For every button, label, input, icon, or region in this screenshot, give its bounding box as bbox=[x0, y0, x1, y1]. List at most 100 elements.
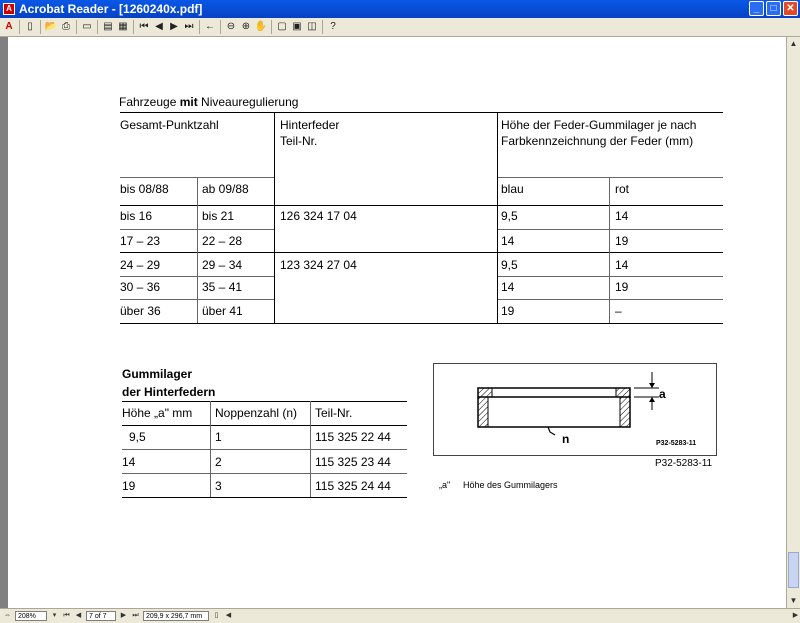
cell-part: 115 325 23 44 bbox=[315, 455, 391, 469]
print-icon[interactable]: ⎙ bbox=[59, 20, 73, 34]
mount-left-wall bbox=[477, 396, 489, 428]
help-icon[interactable]: ? bbox=[326, 20, 340, 34]
cell-points-until: 24 – 29 bbox=[120, 258, 161, 272]
toolbar-separator bbox=[199, 20, 200, 34]
col-header-height-line2: Farbkennzeichnung der Feder (mm) bbox=[501, 134, 694, 148]
fit-page-icon[interactable]: ▣ bbox=[290, 20, 304, 34]
show-bookmarks-icon[interactable]: ▯ bbox=[23, 20, 37, 34]
cell-knobs: 2 bbox=[215, 455, 222, 469]
figure-caption-code: P32-5283-11 bbox=[655, 458, 713, 469]
table2-col-knobs: Noppenzahl (n) bbox=[215, 406, 298, 420]
cell-red: – bbox=[615, 304, 622, 318]
scroll-down-icon[interactable]: ▼ bbox=[787, 594, 800, 608]
first-page-icon[interactable]: ⏮ bbox=[137, 20, 151, 34]
cell-red: 19 bbox=[615, 234, 629, 248]
cell-knobs: 3 bbox=[215, 479, 222, 493]
maximize-button[interactable]: □ bbox=[766, 1, 781, 16]
scroll-left-icon[interactable]: ◀ bbox=[224, 611, 233, 621]
zoom-in-icon[interactable]: ⊕ bbox=[239, 20, 253, 34]
scroll-thumb[interactable] bbox=[788, 552, 799, 588]
navigation-pane-icon[interactable]: ⇔ bbox=[3, 611, 12, 621]
open-file-icon[interactable]: 📂 bbox=[44, 20, 58, 34]
minimize-button[interactable]: _ bbox=[749, 1, 764, 16]
bookmarks-page-icon[interactable]: ▤ bbox=[101, 20, 115, 34]
cell-part: 115 325 22 44 bbox=[315, 430, 391, 444]
page-number-field[interactable]: 7 of 7 bbox=[86, 611, 116, 621]
table1-top-rule bbox=[120, 112, 723, 113]
scroll-up-icon[interactable]: ▲ bbox=[787, 37, 800, 51]
figure-inner-code: P32-5283-11 bbox=[656, 440, 697, 447]
cell-points-from: 35 – 41 bbox=[202, 280, 243, 294]
layout-icon[interactable]: ▯ bbox=[212, 611, 221, 621]
toolbar-separator bbox=[220, 20, 221, 34]
table1-col-divider bbox=[274, 112, 275, 323]
cell-blue: 9,5 bbox=[501, 258, 518, 272]
cell-points-from: bis 21 bbox=[202, 209, 235, 223]
previous-page-status-icon[interactable]: ◀ bbox=[74, 611, 83, 621]
table2-heading-line1: Gummilager bbox=[122, 367, 193, 381]
next-page-status-icon[interactable]: ▶ bbox=[119, 611, 128, 621]
acrobat-app-icon[interactable]: A bbox=[3, 3, 15, 15]
cell-points-until: über 36 bbox=[120, 304, 161, 318]
mount-left-hatch bbox=[477, 387, 493, 398]
cell-height: 19 bbox=[122, 479, 136, 493]
heading-suffix: Niveauregulierung bbox=[197, 95, 299, 109]
scroll-right-icon[interactable]: ▶ bbox=[791, 611, 800, 621]
first-page-status-icon[interactable]: ⏮ bbox=[62, 611, 71, 621]
go-back-icon[interactable]: ← bbox=[203, 20, 217, 34]
col-header-spring-line1: Hinterfeder bbox=[280, 118, 340, 132]
cell-red: 14 bbox=[615, 258, 629, 272]
table2-bottom-rule bbox=[122, 497, 407, 498]
cell-points-until: 17 – 23 bbox=[120, 234, 161, 248]
acrobat-logo-icon: A bbox=[5, 21, 13, 32]
toolbar-separator bbox=[97, 20, 98, 34]
cell-height: 14 bbox=[122, 455, 136, 469]
table2-row-rule bbox=[122, 449, 407, 450]
cell-blue: 14 bbox=[501, 280, 515, 294]
cell-part: 115 325 24 44 bbox=[315, 479, 391, 493]
table1-header-bottom-rule bbox=[120, 205, 723, 206]
last-page-status-icon[interactable]: ⏭ bbox=[131, 611, 140, 621]
cell-points-until: bis 16 bbox=[120, 209, 153, 223]
table1-row-rule bbox=[497, 299, 723, 300]
horizontal-scrollbar[interactable] bbox=[236, 611, 788, 621]
mount-right-wall bbox=[619, 396, 631, 428]
figure-legend-key: „a" bbox=[439, 480, 451, 490]
zoom-field[interactable]: 208% bbox=[15, 611, 47, 621]
actual-size-icon[interactable]: ▢ bbox=[275, 20, 289, 34]
table1-row-rule bbox=[497, 276, 723, 277]
cell-points-from: 29 – 34 bbox=[202, 258, 243, 272]
previous-page-icon[interactable]: ◀ bbox=[152, 20, 166, 34]
vertical-scrollbar[interactable]: ▲ ▼ bbox=[786, 37, 800, 608]
zoom-dropdown-chevron-icon[interactable]: ▾ bbox=[50, 611, 59, 621]
toolbar-separator bbox=[322, 20, 323, 34]
page-size-display: 209,9 x 296,7 mm bbox=[143, 611, 209, 621]
page-only-icon[interactable]: ▭ bbox=[80, 20, 94, 34]
figure-label-n: n bbox=[562, 432, 570, 446]
last-page-icon[interactable]: ⏭ bbox=[182, 20, 196, 34]
table1-subheader-rule-right bbox=[497, 177, 723, 178]
zoom-out-icon[interactable]: ⊖ bbox=[224, 20, 238, 34]
next-page-icon[interactable]: ▶ bbox=[167, 20, 181, 34]
hand-tool-icon[interactable]: ✋ bbox=[254, 20, 268, 34]
subheader-until: bis 08/88 bbox=[120, 182, 169, 196]
table2-col-part: Teil-Nr. bbox=[315, 406, 353, 420]
table1-col-divider bbox=[497, 112, 498, 323]
thumbnails-page-icon[interactable]: ▦ bbox=[116, 20, 130, 34]
close-button[interactable]: ✕ bbox=[783, 1, 798, 16]
mount-top-lip bbox=[477, 387, 631, 398]
cell-red: 14 bbox=[615, 209, 629, 223]
knob-leader-line bbox=[547, 426, 556, 436]
table1-col-divider bbox=[197, 177, 198, 323]
mount-body-outline bbox=[477, 397, 631, 428]
subheader-red: rot bbox=[615, 182, 630, 196]
table2-heading-line2: der Hinterfedern bbox=[122, 385, 216, 399]
fit-width-icon[interactable]: ◫ bbox=[305, 20, 319, 34]
col-header-spring-line2: Teil-Nr. bbox=[280, 134, 318, 148]
figure-legend-text: Höhe des Gummilagers bbox=[463, 480, 558, 490]
table1-heading: Fahrzeuge mit Niveauregulierung bbox=[119, 95, 298, 109]
subheader-blue: blau bbox=[501, 182, 524, 196]
mount-right-hatch bbox=[615, 387, 631, 398]
table2-header-rule bbox=[122, 425, 407, 426]
window-title: Acrobat Reader - [1260240x.pdf] bbox=[19, 2, 203, 16]
